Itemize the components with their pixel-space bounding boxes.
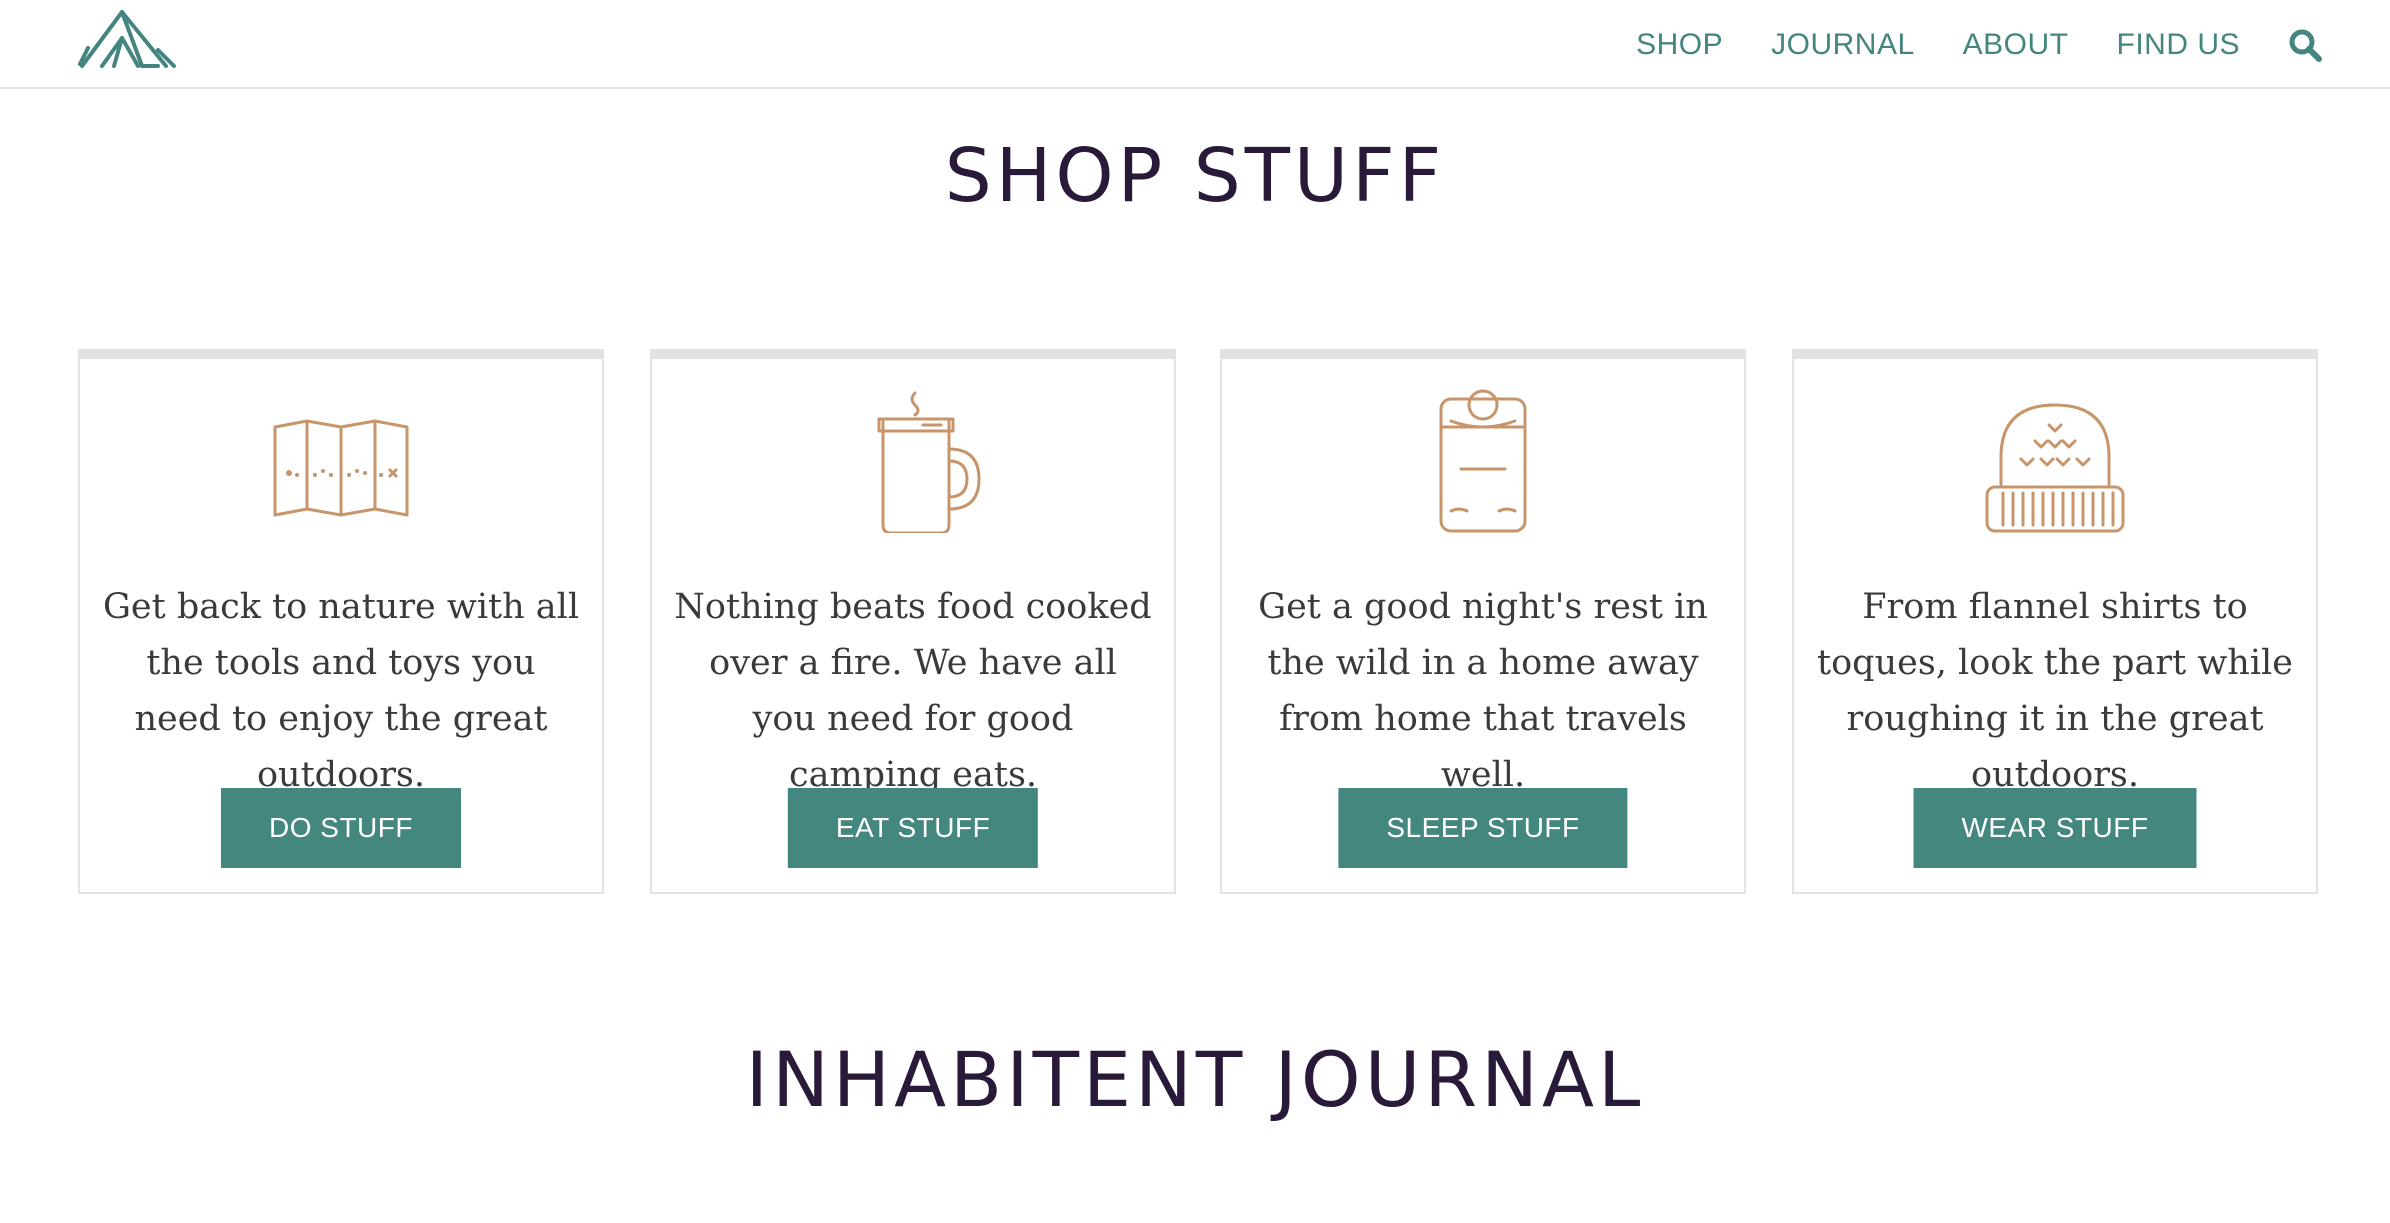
card-description: From flannel shirts to toques, look the …: [1817, 587, 2293, 795]
shop-card-sleep: Get a good night's rest in the wild in a…: [1220, 349, 1746, 894]
do-stuff-button[interactable]: DO STUFF: [221, 788, 461, 868]
sleeping-bag-icon: [1439, 389, 1527, 533]
site-header: SHOP JOURNAL ABOUT FIND US: [0, 0, 2390, 89]
card-description: Get a good night's rest in the wild in a…: [1258, 587, 1708, 795]
toque-icon: [1985, 403, 2125, 533]
tent-logo-icon[interactable]: [78, 8, 178, 72]
nav-find-us[interactable]: FIND US: [2117, 28, 2241, 62]
shop-card-wear: From flannel shirts to toques, look the …: [1792, 349, 2318, 894]
shop-section-title: SHOP STUFF: [944, 133, 1446, 219]
map-icon: [273, 419, 409, 517]
journal-section-title: INHABITENT JOURNAL: [745, 1035, 1645, 1124]
mug-icon: [877, 391, 981, 533]
card-description: Get back to nature with all the tools an…: [102, 587, 580, 795]
main-nav: SHOP JOURNAL ABOUT FIND US: [1588, 0, 2322, 89]
eat-stuff-button[interactable]: EAT STUFF: [787, 788, 1039, 868]
shop-card-eat: Nothing beats food cooked over a fire. W…: [650, 349, 1176, 894]
sleep-stuff-button[interactable]: SLEEP STUFF: [1338, 788, 1628, 868]
nav-about[interactable]: ABOUT: [1963, 28, 2069, 62]
wear-stuff-button[interactable]: WEAR STUFF: [1913, 788, 2197, 868]
search-icon[interactable]: [2288, 28, 2322, 62]
card-description: Nothing beats food cooked over a fire. W…: [674, 587, 1152, 795]
shop-card-do: Get back to nature with all the tools an…: [78, 349, 604, 894]
nav-journal[interactable]: JOURNAL: [1771, 28, 1915, 62]
nav-shop[interactable]: SHOP: [1636, 28, 1723, 62]
